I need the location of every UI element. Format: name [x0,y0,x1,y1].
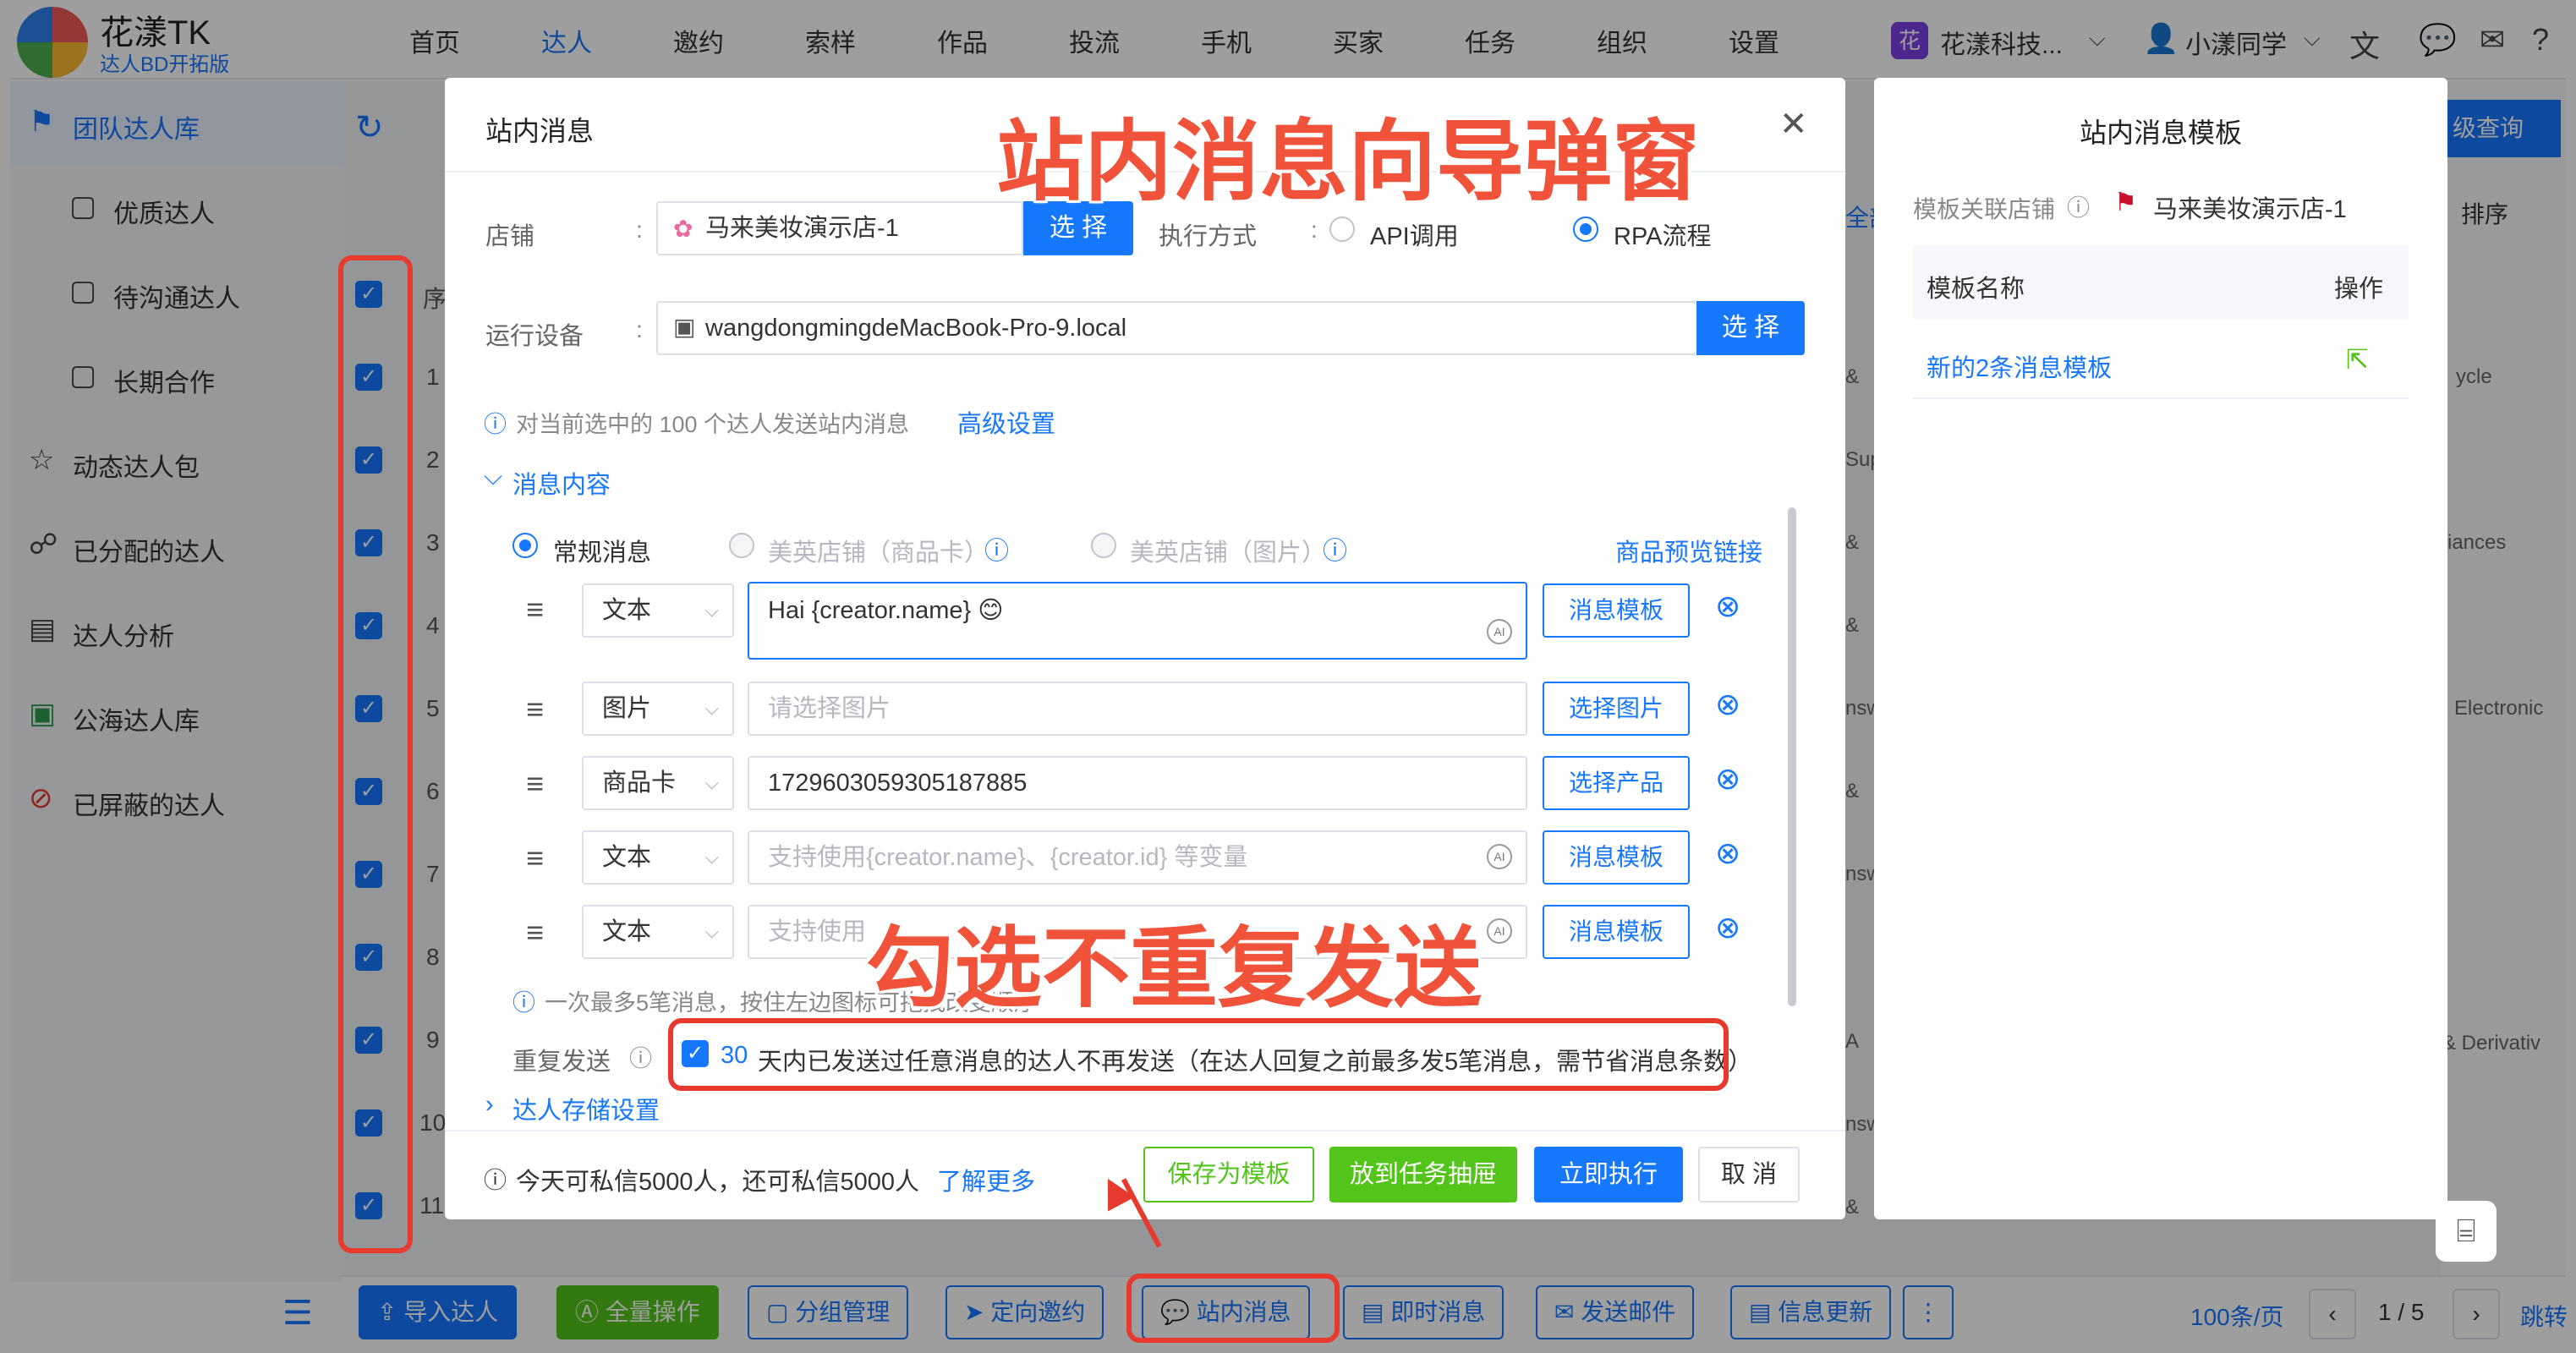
help-icon[interactable]: ⓘ [629,1040,652,1073]
row-type-select[interactable]: 商品卡 ⌵ [582,756,734,810]
colon: : [1311,216,1318,243]
save-as-template-button[interactable]: 保存为模板 [1143,1147,1314,1202]
drag-handle-icon[interactable]: ≡ [526,841,544,876]
info-icon: ⓘ [512,990,535,1016]
column-template-name: 模板名称 [1927,276,2025,303]
exec-rpa-label: RPA流程 [1614,223,1712,250]
chevron-right-icon[interactable]: › [485,1091,494,1119]
drag-handle-icon[interactable]: ≡ [526,915,544,950]
message-template-button[interactable]: 消息模板 [1543,830,1690,885]
learn-more-link[interactable]: 了解更多 [937,1162,1035,1197]
info-icon: ⓘ [484,412,507,437]
colon: : [636,216,643,243]
select-value: 商品卡 [602,770,677,797]
repeat-send-label: 重复发送 [512,1049,611,1076]
computer-icon: ▣ [673,314,696,340]
exec-mode-label: 执行方式 [1159,223,1258,250]
shop-flower-icon: ✿ [673,216,693,242]
exec-rpa-radio[interactable] [1573,216,1598,242]
info-icon: ⓘ [484,1168,507,1193]
shop-label: 店铺 [485,223,535,250]
device-select-button[interactable]: 选 择 [1696,301,1805,355]
select-value: 图片 [602,695,652,722]
flag-icon: ⚑ [2114,189,2137,216]
chevron-down-icon: ⌵ [704,921,719,942]
drag-handle-icon[interactable]: ≡ [526,692,544,727]
help-icon[interactable]: ⓘ [2067,189,2090,222]
product-preview-link[interactable]: 商品预览链接 [1615,533,1762,568]
section-storage-settings[interactable]: 达人存储设置 [512,1091,660,1126]
select-value: 文本 [602,597,652,624]
remove-row-icon[interactable]: ⊗ [1715,761,1740,797]
msg-type-image-radio[interactable] [1091,533,1116,558]
select-product-button[interactable]: 选择产品 [1543,756,1690,810]
cancel-button[interactable]: 取 消 [1698,1147,1800,1202]
exec-api-label: API调用 [1370,223,1459,250]
image-input[interactable]: 请选择图片 [748,682,1527,736]
drag-handle-icon[interactable]: ≡ [526,592,544,627]
template-shop-label: 模板关联店铺 [1913,196,2056,222]
message-text-input[interactable]: Hai {creator.name} 😊 [748,582,1527,660]
row-type-select[interactable]: 文本 ⌵ [582,905,734,959]
msg-type-card-label: 美英店铺（商品卡） [768,540,989,567]
remove-row-icon[interactable]: ⊗ [1715,589,1740,624]
ai-icon[interactable]: AI [1487,619,1512,644]
annotation-button-highlight [1126,1274,1340,1343]
msg-type-regular-label: 常规消息 [553,540,652,567]
selected-info-text: 对当前选中的 100 个达人发送站内消息 [516,412,910,437]
task-drawer-icon[interactable]: ⌸ [2436,1201,2497,1262]
annotation-no-repeat-label: 勾选不重复发送 [866,920,1483,1018]
chevron-down-icon: ⌵ [704,600,719,621]
exec-api-radio[interactable] [1329,216,1355,242]
close-icon[interactable]: ✕ [1779,105,1808,144]
remove-row-icon[interactable]: ⊗ [1715,687,1740,722]
section-message-content[interactable]: 消息内容 [512,465,611,501]
message-template-button[interactable]: 消息模板 [1543,905,1690,959]
template-shop-value: 马来美妆演示店-1 [2153,196,2347,223]
divider [445,1130,1845,1131]
row-type-select[interactable]: 图片 ⌵ [582,682,734,736]
select-value: 文本 [602,918,652,945]
annotation-repeat-highlight [668,1018,1729,1091]
row-type-select[interactable]: 文本 ⌵ [582,830,734,885]
msg-type-regular-radio[interactable] [512,533,538,558]
chevron-down-icon: ⌵ [704,772,719,793]
divider [1913,397,2409,399]
help-icon[interactable]: ⓘ [1323,531,1347,567]
shop-field[interactable]: 马来美妆演示店-1 [656,201,1023,255]
msg-type-image-label: 美英店铺（图片） [1130,540,1327,567]
message-template-button[interactable]: 消息模板 [1543,583,1690,638]
product-id-input[interactable]: 1729603059305187885 [748,756,1527,810]
chevron-down-icon: ⌵ [704,846,719,868]
drag-handle-icon[interactable]: ≡ [526,766,544,802]
add-to-task-drawer-button[interactable]: 放到任务抽屉 [1329,1147,1517,1202]
remove-row-icon[interactable]: ⊗ [1715,910,1740,945]
select-value: 文本 [602,844,652,871]
advanced-settings-link[interactable]: 高级设置 [957,404,1055,440]
modal-scrollbar[interactable] [1788,507,1796,1006]
device-field[interactable]: wangdongmingdeMacBook-Pro-9.local [656,301,1698,355]
annotation-checkbox-highlight [338,255,413,1253]
ai-icon[interactable]: AI [1487,918,1512,944]
ai-icon[interactable]: AI [1487,844,1512,869]
execute-now-button[interactable]: 立即执行 [1534,1147,1683,1202]
annotation-wizard-label: 站内消息向导弹窗 [996,113,1701,211]
msg-type-card-radio[interactable] [729,533,754,558]
chevron-down-icon: ⌵ [704,698,719,719]
quota-text: 今天可私信5000人，还可私信5000人 [516,1169,920,1196]
select-image-button[interactable]: 选择图片 [1543,682,1690,736]
apply-template-icon[interactable]: ⇱ [2346,343,2369,375]
column-operation: 操作 [2334,276,2384,303]
modal-title: 站内消息 [485,116,595,146]
remove-row-icon[interactable]: ⊗ [1715,835,1740,871]
template-row-name[interactable]: 新的2条消息模板 [1927,348,2112,384]
device-label: 运行设备 [485,323,584,350]
help-icon[interactable]: ⓘ [984,531,1009,567]
row-type-select[interactable]: 文本 ⌵ [582,583,734,638]
colon: : [636,316,643,342]
chevron-down-icon[interactable]: ⌵ [484,463,502,491]
message-text-input[interactable]: 支持使用{creator.name}、{creator.id} 等变量 [748,830,1527,885]
template-panel-title: 站内消息模板 [2079,118,2242,148]
